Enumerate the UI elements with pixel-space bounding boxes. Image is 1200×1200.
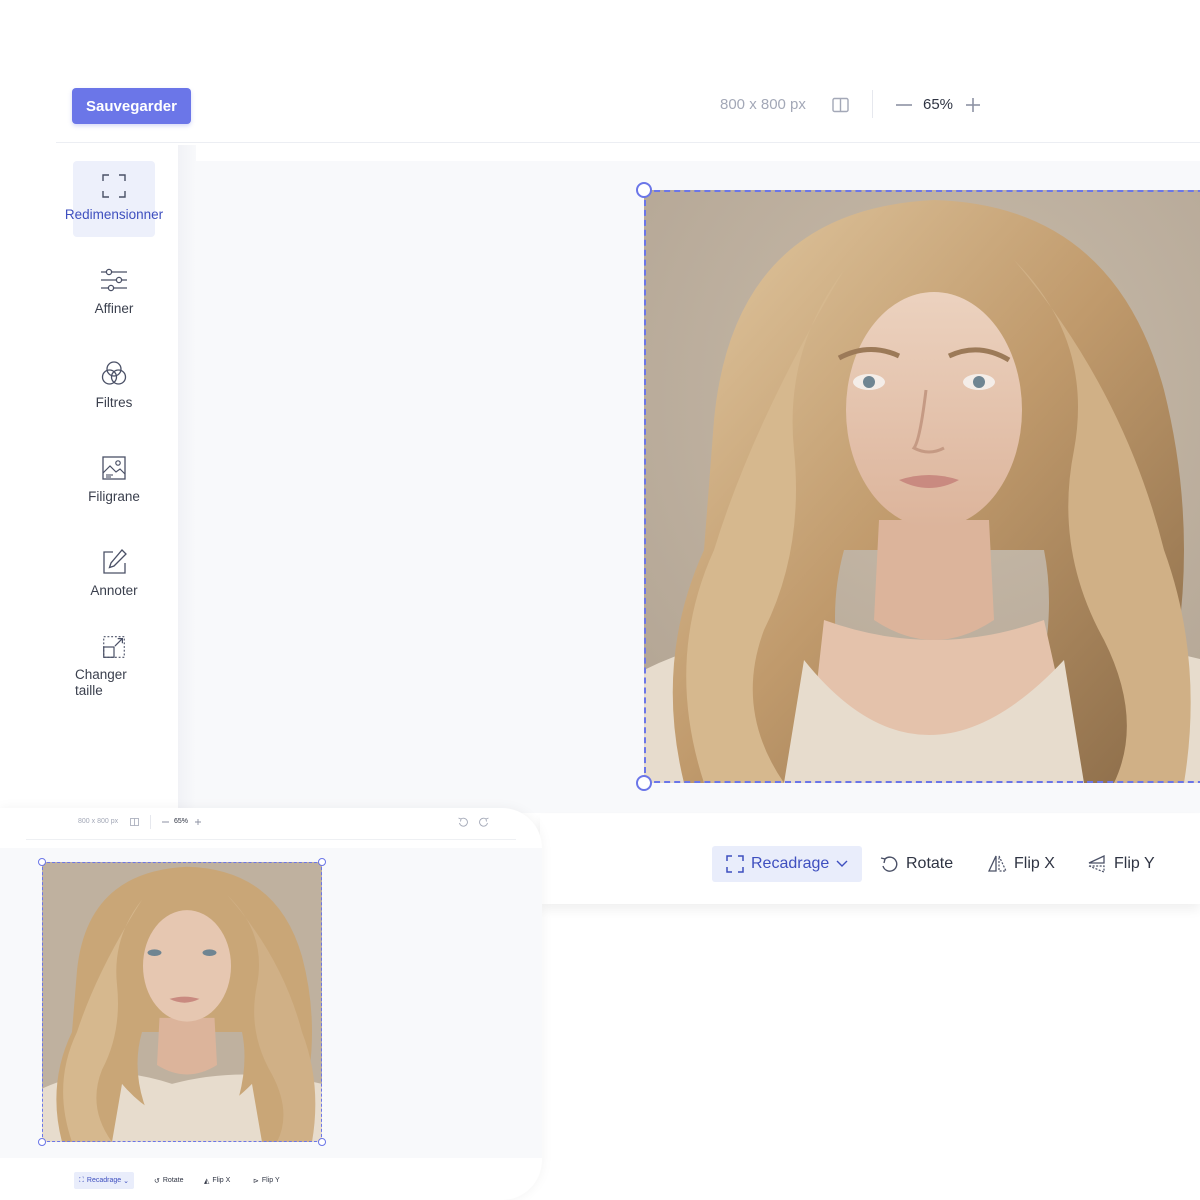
- sidebar-item-annoter[interactable]: Annoter: [73, 537, 155, 613]
- flip-y-icon: ⊳: [253, 1177, 259, 1185]
- preview-zoom: 65%: [174, 818, 189, 825]
- crop-handle-bottom-left[interactable]: [636, 775, 652, 791]
- sidebar-item-changer-taille[interactable]: Changer taille: [73, 623, 155, 699]
- preview-crop-handle: [318, 1138, 326, 1146]
- image-crop-area[interactable]: [636, 182, 1200, 791]
- tool-sidebar: Redimensionner Affiner Filtres Filigrane…: [56, 145, 178, 810]
- crop-button-label: Recadrage: [751, 855, 830, 872]
- editor-preview-thumbnail: 800 x 800 px 65% ⛶ Recadrage ⌄ ↺ Rotate …: [0, 808, 542, 1200]
- editor-window: Sauvegarder 800 x 800 px 65% Redimension…: [0, 0, 1200, 910]
- top-toolbar: Sauvegarder 800 x 800 px 65%: [56, 68, 1200, 143]
- chevron-down-icon: [836, 860, 848, 867]
- crop-selection-border[interactable]: [644, 190, 1200, 783]
- preview-dimensions: 800 x 800 px: [78, 818, 119, 825]
- sidebar-item-label: Filtres: [95, 395, 133, 410]
- sliders-icon: [101, 268, 127, 292]
- preview-bottom-toolbar: ⛶ Recadrage ⌄ ↺ Rotate ◭ Flip X ⊳ Flip Y: [0, 1168, 542, 1200]
- flip-x-icon: ◭: [204, 1177, 210, 1185]
- zoom-in-icon: [195, 819, 201, 825]
- preview-crop-handle: [38, 858, 46, 866]
- compare-icon[interactable]: [832, 97, 849, 113]
- rotate-button-label: Rotate: [906, 855, 954, 872]
- flip-x-button-label: Flip X: [1014, 855, 1055, 872]
- undo-icon: [458, 817, 468, 827]
- crop-icon: [726, 855, 744, 873]
- crop-icon: ⛶: [79, 1176, 84, 1184]
- preview-tool-label: Flip X: [212, 1177, 231, 1184]
- image-dimensions: 800 x 800 px: [720, 96, 806, 113]
- toolbar-divider: [150, 815, 151, 829]
- flip-x-icon: [988, 855, 1007, 872]
- preview-tool-label: Recadrage: [86, 1177, 122, 1184]
- zoom-out-icon: [162, 821, 169, 823]
- preview-crop-handle: [38, 1138, 46, 1146]
- flip-y-icon: [1088, 855, 1105, 873]
- flip-y-button-label: Flip Y: [1114, 855, 1155, 872]
- sidebar-item-filtres[interactable]: Filtres: [73, 349, 155, 425]
- preview-rotate-button: ↺ Rotate: [154, 1172, 184, 1189]
- zoom-level: 65%: [923, 96, 954, 113]
- preview-tool-label: Flip Y: [261, 1177, 280, 1184]
- rotate-button[interactable]: Rotate: [880, 846, 953, 882]
- preview-crop-button: ⛶ Recadrage ⌄: [74, 1172, 135, 1189]
- bottom-toolbar: Recadrage Rotate Flip X Flip Y: [540, 814, 1200, 904]
- zoom-in-icon[interactable]: [964, 96, 982, 114]
- zoom-out-icon[interactable]: [894, 96, 914, 114]
- toolbar-divider: [872, 90, 873, 118]
- sidebar-item-affiner[interactable]: Affiner: [73, 255, 155, 331]
- preview-flip-y-button: ⊳ Flip Y: [253, 1172, 280, 1189]
- crop-button[interactable]: Recadrage: [712, 846, 863, 882]
- sidebar-item-redimensionner[interactable]: Redimensionner: [65, 161, 163, 237]
- watermark-image-icon: [102, 456, 126, 480]
- rotate-icon: ↺: [154, 1177, 160, 1185]
- rotate-icon: [880, 856, 898, 872]
- flip-y-button[interactable]: Flip Y: [1088, 846, 1155, 882]
- save-button[interactable]: Sauvegarder: [72, 88, 191, 124]
- flip-x-button[interactable]: Flip X: [988, 846, 1055, 882]
- preview-crop-border: [42, 862, 322, 1142]
- compare-icon: [130, 818, 139, 826]
- resize-icon: [103, 636, 125, 658]
- crop-frame-icon: [102, 174, 126, 198]
- preview-flip-x-button: ◭ Flip X: [204, 1172, 230, 1189]
- sidebar-item-label: Changer taille: [75, 667, 127, 698]
- image-editor-screenshot: Sauvegarder 800 x 800 px 65% Redimension…: [0, 0, 1200, 1200]
- sidebar-item-label: Affiner: [94, 301, 134, 316]
- sidebar-divider: [178, 145, 196, 810]
- filters-icon: [101, 361, 127, 385]
- chevron-down-icon: ⌄: [123, 1177, 130, 1185]
- sidebar-item-label: Filigrane: [88, 489, 140, 504]
- sidebar-item-label: Redimensionner: [64, 207, 164, 222]
- sidebar-item-label: Annoter: [90, 583, 138, 598]
- preview-tool-label: Rotate: [162, 1177, 184, 1184]
- redo-icon: [479, 817, 489, 827]
- preview-crop-handle: [318, 858, 326, 866]
- crop-handle-top-left[interactable]: [636, 182, 652, 198]
- sidebar-item-filigrane[interactable]: Filigrane: [73, 443, 155, 519]
- preview-toolbar: 800 x 800 px 65%: [26, 808, 516, 840]
- edit-pencil-icon: [103, 549, 127, 574]
